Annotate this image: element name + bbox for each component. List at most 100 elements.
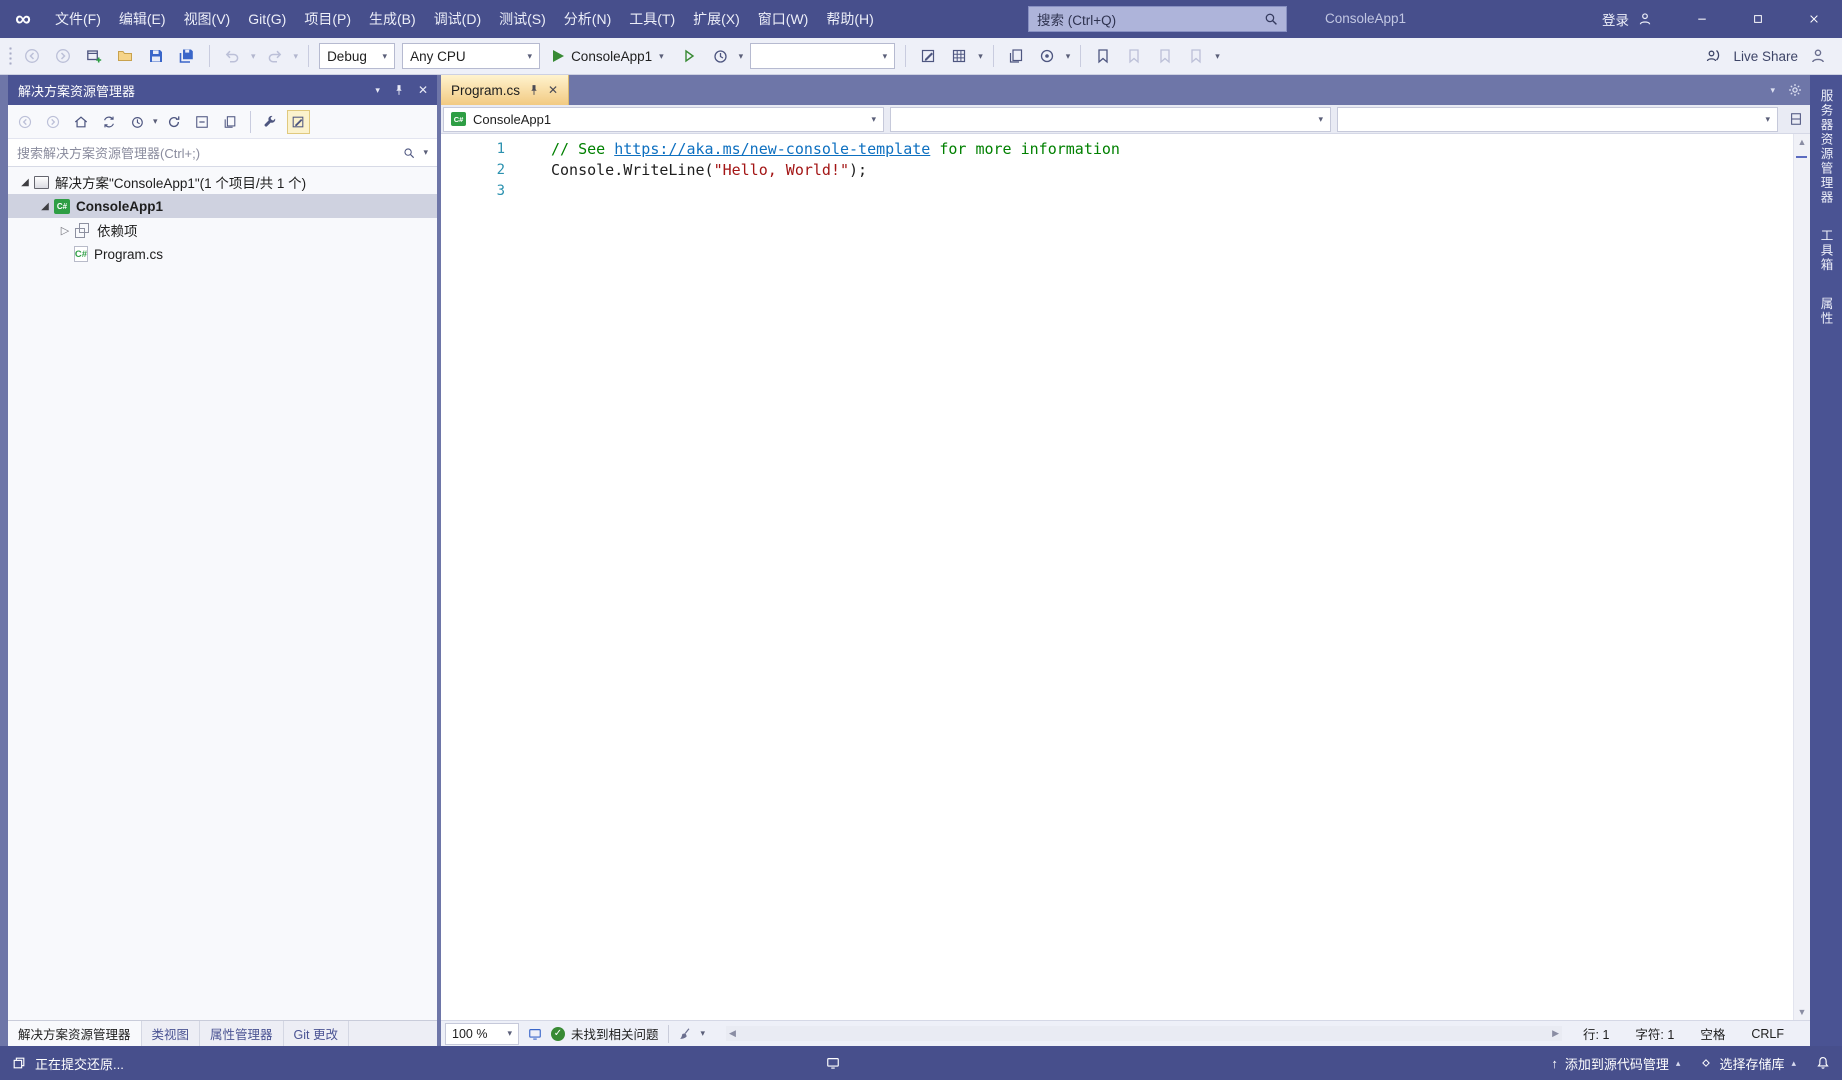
project-dropdown[interactable]: C# ConsoleApp1 ▾ [443,106,884,132]
navigate-forward-button[interactable] [51,43,75,69]
scroll-right-icon[interactable]: ▶ [1552,1028,1559,1039]
undo-dropdown-icon[interactable]: ▾ [251,51,256,61]
live-share-label[interactable]: Live Share [1733,49,1798,64]
menu-item[interactable]: 项目(P) [295,0,360,38]
save-all-button[interactable] [175,43,199,69]
chevron-down-icon[interactable]: ▾ [1215,51,1220,61]
document-tab-program-cs[interactable]: Program.cs ✕ [441,75,570,105]
clear-bookmarks-button[interactable] [1184,43,1208,69]
tree-expanded-icon[interactable]: ◢ [36,201,54,212]
solution-platform-combobox[interactable]: Any CPU ▾ [402,43,541,69]
tree-item[interactable]: C# Program.cs [8,242,437,266]
code-line[interactable]: 2 Console.WriteLine("Hello, World!"); [441,160,1810,181]
menu-item[interactable]: 调试(D) [425,0,490,38]
code-line[interactable]: 3 [441,181,1810,202]
home-button[interactable] [69,110,92,134]
undo-button[interactable] [220,43,244,69]
menu-item[interactable]: 视图(V) [175,0,240,38]
comment-button[interactable] [1004,43,1028,69]
tree-item[interactable]: ◢ C# ConsoleApp1 [8,194,437,218]
scroll-left-icon[interactable]: ◀ [729,1028,736,1039]
sign-in-button[interactable]: 登录 [1602,0,1652,38]
show-all-files-button[interactable] [219,110,242,134]
chevron-down-icon[interactable]: ▾ [701,1029,706,1038]
quick-search-box[interactable]: 搜索 (Ctrl+Q) [1028,6,1287,32]
menu-item[interactable]: 文件(F) [46,0,110,38]
start-debugging-button[interactable]: ConsoleApp1 ▾ [547,42,670,70]
save-button[interactable] [144,43,168,69]
panel-tab[interactable]: Git 更改 [284,1021,349,1046]
vertical-scrollbar[interactable]: ▲ ▼ [1793,134,1810,1020]
navigate-to-button[interactable] [1035,43,1059,69]
live-share-icon[interactable] [1705,48,1721,64]
menu-item[interactable]: 窗口(W) [749,0,818,38]
preview-selected-items-button[interactable] [286,109,310,134]
search-icon[interactable] [403,147,415,159]
member-dropdown[interactable]: ▾ [1337,106,1778,132]
find-in-files-button[interactable] [916,43,940,69]
toggle-bookmark-button[interactable] [1091,43,1115,69]
tree-item[interactable]: ▷ 依赖项 [8,218,437,242]
code-editor[interactable]: 1// See https://aka.ms/new-console-templ… [441,134,1810,1020]
feedback-icon[interactable] [1810,48,1826,64]
menu-item[interactable]: 工具(T) [620,0,684,38]
select-repository-button[interactable]: 选择存储库 ▴ [1700,1054,1796,1073]
refresh-button[interactable] [163,110,186,134]
explorer-forward-button[interactable] [41,110,64,134]
notifications-bell-icon[interactable] [1816,1056,1830,1070]
explorer-back-button[interactable] [13,110,36,134]
panel-tab[interactable]: 类视图 [142,1021,201,1046]
menu-item[interactable]: 帮助(H) [817,0,882,38]
column-indicator[interactable]: 字符: 1 [1635,1024,1674,1043]
toolbar-drag-handle[interactable] [8,46,13,66]
horizontal-scrollbar[interactable]: ◀ ▶ [726,1026,1563,1041]
add-to-source-control-button[interactable]: ↑ 添加到源代码管理 ▴ [1551,1054,1680,1073]
menu-item[interactable]: 扩展(X) [684,0,749,38]
minimize-button[interactable] [1674,0,1730,38]
close-button[interactable] [1786,0,1842,38]
menu-item[interactable]: 分析(N) [555,0,620,38]
chevron-down-icon[interactable]: ▾ [1066,51,1071,61]
panel-tab[interactable]: 解决方案资源管理器 [8,1021,142,1046]
line-indicator[interactable]: 行: 1 [1583,1024,1609,1043]
code-link[interactable]: https://aka.ms/new-console-template [614,140,930,158]
performance-profiler-button[interactable] [708,43,732,69]
split-window-button[interactable] [1784,107,1808,132]
remote-indicator-icon[interactable] [826,1056,840,1070]
right-tool-tab[interactable]: 服务器资源管理器 [1817,89,1836,205]
code-cleanup-icon[interactable] [678,1027,692,1041]
solution-explorer-header[interactable]: 解决方案资源管理器 ▾ ✕ [8,75,437,105]
collapse-all-button[interactable] [191,110,214,134]
code-line[interactable]: 1// See https://aka.ms/new-console-templ… [441,139,1810,160]
right-tool-tab[interactable]: 属性 [1817,297,1836,326]
document-outline-icon[interactable] [528,1027,542,1041]
show-grid-button[interactable] [947,43,971,69]
scroll-up-icon[interactable]: ▲ [1798,137,1807,147]
pin-icon[interactable] [393,84,405,96]
menu-item[interactable]: 编辑(E) [110,0,175,38]
menu-item[interactable]: Git(G) [239,0,295,38]
redo-button[interactable] [263,43,287,69]
spaces-indicator[interactable]: 空格 [1700,1024,1725,1043]
search-options-icon[interactable]: ▾ [423,148,428,157]
previous-bookmark-button[interactable] [1122,43,1146,69]
document-health-indicator[interactable]: ✓ 未找到相关问题 [551,1024,659,1043]
right-tool-tab[interactable]: 工具箱 [1817,229,1836,273]
line-ending-indicator[interactable]: CRLF [1751,1027,1784,1041]
scroll-down-icon[interactable]: ▼ [1798,1007,1807,1017]
toolbar-empty-combobox[interactable]: ▾ [750,43,896,69]
new-project-button[interactable] [82,43,106,69]
chevron-down-icon[interactable]: ▾ [153,117,158,126]
solution-explorer-search-box[interactable]: 搜索解决方案资源管理器(Ctrl+;) ▾ [8,139,437,167]
type-dropdown[interactable]: ▾ [890,106,1331,132]
menu-item[interactable]: 测试(S) [490,0,555,38]
next-bookmark-button[interactable] [1153,43,1177,69]
close-tab-icon[interactable]: ✕ [548,83,558,97]
tree-item[interactable]: ◢ 解决方案"ConsoleApp1"(1 个项目/共 1 个) [8,170,437,194]
navigate-back-button[interactable] [20,43,44,69]
sync-with-active-document-button[interactable] [97,110,120,134]
open-file-button[interactable] [113,43,137,69]
active-files-dropdown-icon[interactable]: ▾ [1770,85,1775,95]
menu-item[interactable]: 生成(B) [360,0,425,38]
close-panel-icon[interactable]: ✕ [418,83,428,97]
